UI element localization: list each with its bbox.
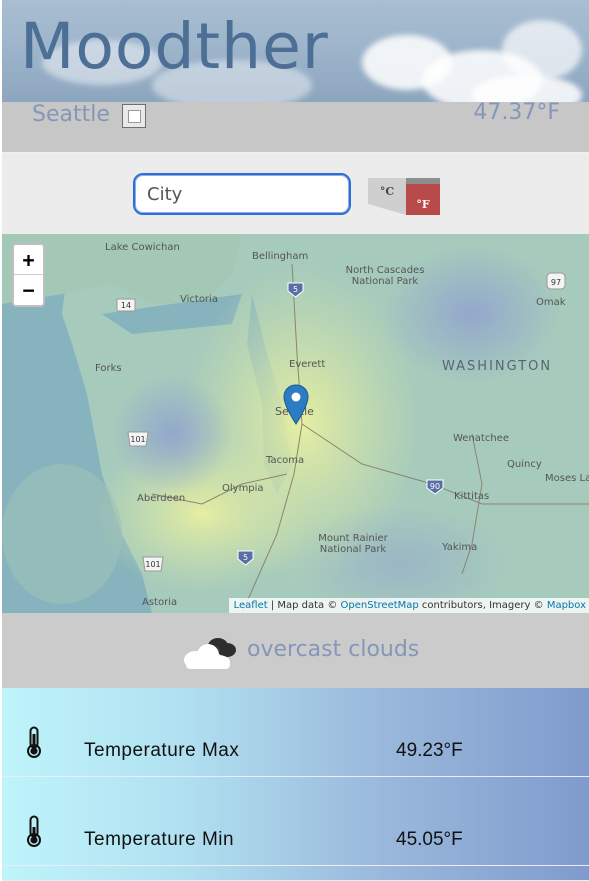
mapbox-link[interactable]: Mapbox bbox=[547, 600, 586, 611]
stat-row-temp-min: Temperature Min 45.05°F bbox=[2, 777, 589, 866]
map-label-omak: Omak bbox=[536, 297, 566, 308]
map-label-lake-cowichan: Lake Cowichan bbox=[105, 242, 180, 253]
city-search-input[interactable] bbox=[133, 173, 351, 215]
city-name: Seattle bbox=[32, 102, 110, 127]
thermometer-icon bbox=[27, 815, 41, 847]
stat-value: 45.05°F bbox=[396, 829, 463, 850]
highway-shield-icon: 5 bbox=[237, 550, 254, 566]
shield-14-label: 14 bbox=[121, 301, 131, 310]
stat-row-partial bbox=[2, 866, 589, 881]
weather-description-bar: overcast clouds bbox=[2, 613, 589, 688]
location-bar: Seattle 47.37°F bbox=[2, 100, 589, 154]
map-label-olympia: Olympia bbox=[222, 483, 264, 494]
zoom-out-button[interactable]: − bbox=[14, 275, 43, 305]
map-label-quincy: Quincy bbox=[507, 459, 542, 470]
highway-shield-icon: 90 bbox=[426, 479, 444, 495]
map-label-astoria: Astoria bbox=[142, 597, 178, 608]
search-area: °C °F bbox=[2, 154, 589, 234]
app-title: Moodther bbox=[20, 10, 329, 83]
current-temperature: 47.37°F bbox=[473, 100, 560, 125]
shield-101-b-label: 101 bbox=[145, 560, 160, 569]
overcast-clouds-icon bbox=[184, 638, 236, 669]
location-marker-icon[interactable] bbox=[283, 384, 309, 426]
map-label-north-cascades: North Cascades National Park bbox=[345, 265, 425, 287]
thermometer-icon bbox=[27, 726, 41, 758]
map-label-forks: Forks bbox=[95, 363, 122, 374]
weather-map[interactable]: Lake Cowichan Bellingham North Cascades … bbox=[2, 234, 589, 613]
fahrenheit-option[interactable]: °F bbox=[406, 178, 440, 215]
highway-shield-icon: 101 bbox=[142, 556, 164, 572]
map-label-kittitas: Kittitas bbox=[454, 491, 490, 502]
weather-stats: Temperature Max 49.23°F Temperature Min … bbox=[2, 688, 589, 881]
shield-i90-label: 90 bbox=[430, 482, 440, 491]
highway-shield-icon: 14 bbox=[116, 298, 136, 312]
map-label-moses-lake: Moses La bbox=[545, 473, 589, 484]
leaflet-link[interactable]: Leaflet bbox=[234, 600, 268, 611]
zoom-control: + − bbox=[12, 243, 45, 307]
map-label-tacoma: Tacoma bbox=[266, 455, 305, 466]
app-header: Moodther bbox=[2, 0, 589, 102]
attribution-map-data-text: | Map data © bbox=[267, 600, 341, 611]
map-label-yakima: Yakima bbox=[442, 542, 478, 553]
map-label-bellingham: Bellingham bbox=[252, 251, 309, 262]
shield-i5-south-label: 5 bbox=[243, 553, 248, 562]
map-label-wenatchee: Wenatchee bbox=[453, 433, 509, 444]
stat-value: 49.23°F bbox=[396, 740, 463, 761]
unit-toggle[interactable]: °C °F bbox=[368, 178, 440, 215]
map-label-everett: Everett bbox=[289, 359, 326, 370]
map-label-aberdeen: Aberdeen bbox=[137, 493, 186, 504]
map-label-washington: WASHINGTON bbox=[442, 359, 553, 374]
attribution-contributors-text: contributors, Imagery © bbox=[418, 600, 547, 611]
highway-shield-icon: 5 bbox=[287, 282, 304, 298]
weather-description: overcast clouds bbox=[247, 637, 420, 662]
openstreetmap-link[interactable]: OpenStreetMap bbox=[341, 600, 419, 611]
highway-shield-icon: 97 bbox=[546, 272, 566, 290]
shield-101-a-label: 101 bbox=[130, 435, 145, 444]
stat-row-temp-max: Temperature Max 49.23°F bbox=[2, 688, 589, 777]
zoom-in-button[interactable]: + bbox=[14, 245, 43, 275]
stat-label: Temperature Max bbox=[84, 740, 240, 761]
map-label-mount-rainier: Mount Rainier National Park bbox=[318, 533, 388, 555]
map-label-victoria: Victoria bbox=[180, 294, 218, 305]
weather-image-icon bbox=[122, 104, 146, 128]
celsius-option[interactable]: °C bbox=[368, 178, 406, 215]
shield-97-label: 97 bbox=[551, 278, 561, 287]
highway-shield-icon: 101 bbox=[127, 431, 149, 447]
shield-i5-north-label: 5 bbox=[293, 285, 298, 294]
stat-label: Temperature Min bbox=[84, 829, 235, 850]
map-attribution: Leaflet | Map data © OpenStreetMap contr… bbox=[228, 598, 589, 613]
